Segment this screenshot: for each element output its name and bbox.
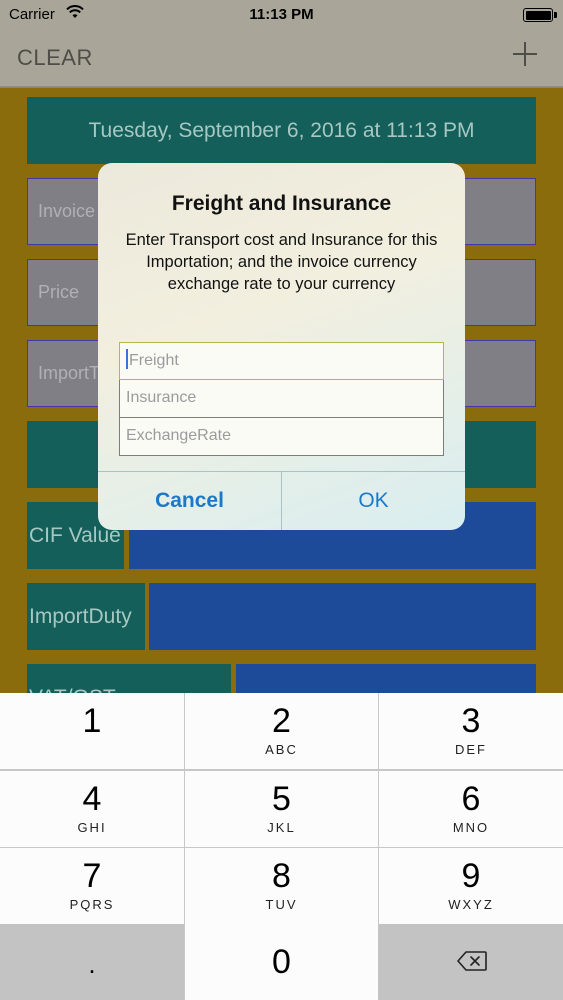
key-0[interactable]: 0 — [185, 924, 378, 1000]
ok-button[interactable]: OK — [282, 472, 465, 530]
date-display: Tuesday, September 6, 2016 at 11:13 PM — [27, 97, 536, 164]
key-1[interactable]: 1 — [0, 693, 184, 769]
clear-button[interactable]: CLEAR — [17, 45, 93, 71]
cancel-button[interactable]: Cancel — [98, 472, 282, 530]
key-1-digit: 1 — [82, 702, 102, 740]
import-duty-output — [149, 583, 536, 650]
text-cursor — [126, 349, 128, 370]
key-9-digit: 9 — [461, 857, 481, 895]
alert-title: Freight and Insurance — [171, 192, 392, 215]
status-bar: Carrier 11:13 PM — [0, 0, 563, 30]
key-6-digit: 6 — [461, 780, 481, 818]
key-2[interactable]: 2 ABC — [185, 693, 378, 769]
key-3-letters: DEF — [455, 742, 487, 757]
backspace-icon — [457, 951, 487, 971]
key-7-digit: 7 — [82, 857, 102, 895]
vat-gst-label: VAT/GST — [27, 664, 231, 694]
battery-icon — [523, 8, 553, 22]
exchange-rate-placeholder: ExchangeRate — [126, 427, 231, 444]
insurance-input[interactable]: Insurance — [119, 380, 444, 418]
freight-insurance-alert: Freight and Insurance Enter Transport co… — [98, 163, 465, 530]
key-6[interactable]: 6 MNO — [379, 771, 563, 847]
numeric-keypad: 1 2 ABC 3 DEF 4 GHI 5 JKL 6 MNO 7 PQRS 8… — [0, 693, 563, 1000]
decimal-point: . — [88, 949, 96, 979]
key-4[interactable]: 4 GHI — [0, 771, 184, 847]
key-3[interactable]: 3 DEF — [379, 693, 563, 769]
vat-gst-output — [236, 664, 536, 694]
alert-message: Enter Transport cost and Insurance for t… — [125, 231, 438, 293]
key-9[interactable]: 9 WXYZ — [379, 848, 563, 924]
plus-icon[interactable] — [513, 42, 537, 66]
key-5-digit: 5 — [272, 780, 291, 818]
key-2-letters: ABC — [265, 742, 298, 757]
status-time: 11:13 PM — [249, 6, 314, 23]
exchange-rate-input[interactable]: ExchangeRate — [119, 418, 444, 456]
key-4-letters: GHI — [77, 820, 107, 835]
key-8-letters: TUV — [265, 897, 298, 912]
navigation-bar: CLEAR — [0, 30, 563, 87]
key-5[interactable]: 5 JKL — [185, 771, 378, 847]
key-9-letters: WXYZ — [448, 897, 494, 912]
key-decimal[interactable]: . — [0, 924, 184, 1000]
insurance-placeholder: Insurance — [126, 389, 197, 406]
key-0-digit: 0 — [272, 943, 291, 981]
alert-fields: Freight Insurance ExchangeRate — [119, 342, 444, 456]
freight-placeholder: Freight — [129, 352, 179, 369]
key-6-letters: MNO — [452, 820, 490, 835]
key-8-digit: 8 — [272, 857, 291, 895]
battery-tip — [554, 12, 557, 18]
key-4-digit: 4 — [82, 780, 102, 818]
key-8[interactable]: 8 TUV — [185, 848, 378, 924]
key-7[interactable]: 7 PQRS — [0, 848, 184, 924]
key-5-letters: JKL — [267, 820, 296, 835]
import-duty-label: ImportDuty — [27, 583, 145, 650]
alert-buttons: Cancel OK — [98, 471, 465, 530]
key-7-letters: PQRS — [69, 897, 115, 912]
key-3-digit: 3 — [461, 702, 481, 740]
key-2-digit: 2 — [272, 702, 291, 740]
backspace-key[interactable] — [379, 924, 563, 1000]
freight-input[interactable]: Freight — [119, 342, 444, 380]
